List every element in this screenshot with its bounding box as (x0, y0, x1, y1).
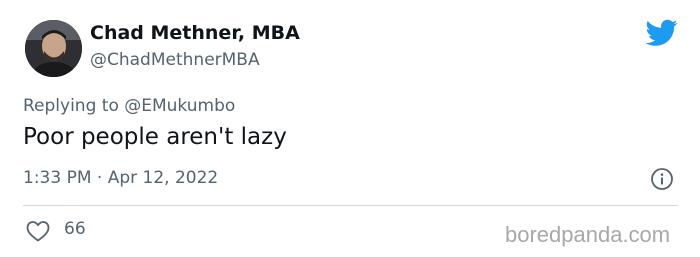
replying-to-line: Replying to @EMukumbo (23, 96, 235, 116)
tweet-timestamp[interactable]: 1:33 PM · Apr 12, 2022 (23, 168, 218, 188)
avatar-image (25, 20, 82, 77)
tweet-text: Poor people aren't lazy (23, 124, 287, 150)
reply-mention-link[interactable]: @EMukumbo (124, 96, 235, 116)
like-count[interactable]: 66 (64, 219, 86, 239)
twitter-bird-icon[interactable] (646, 19, 678, 47)
watermark: boredpanda.com (505, 222, 671, 247)
avatar[interactable] (25, 20, 82, 77)
info-icon[interactable] (650, 167, 674, 191)
author-display-name[interactable]: Chad Methner, MBA (90, 22, 300, 44)
heart-icon[interactable] (25, 219, 51, 243)
author-handle[interactable]: @ChadMethnerMBA (90, 50, 260, 70)
replying-to-label: Replying to (23, 96, 125, 116)
divider (23, 205, 678, 206)
tweet-card: Chad Methner, MBA @ChadMethnerMBA Replyi… (0, 0, 700, 257)
